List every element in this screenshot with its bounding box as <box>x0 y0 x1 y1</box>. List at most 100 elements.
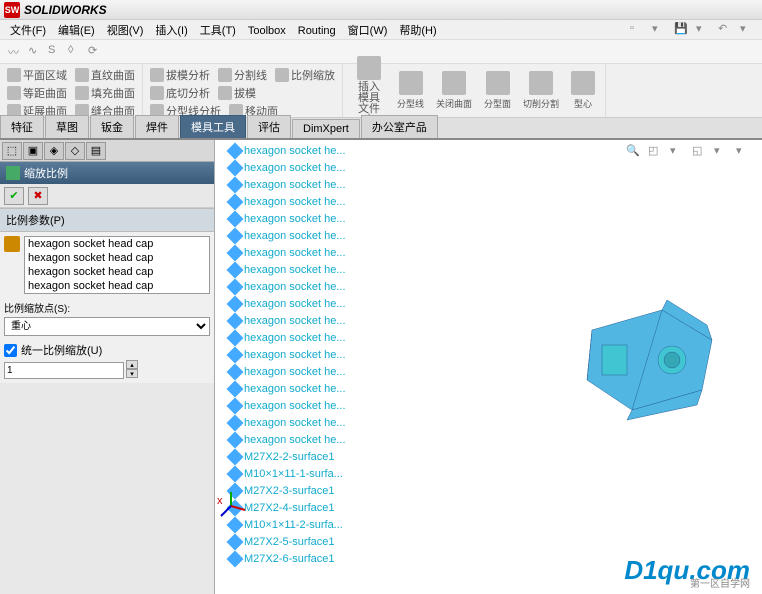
ribbon-填充曲面[interactable]: 填充曲面 <box>72 84 138 102</box>
menu-编辑(E)[interactable]: 编辑(E) <box>52 23 101 39</box>
scene-icon[interactable]: ▾ <box>736 144 754 162</box>
ribbon-等距曲面[interactable]: 等距曲面 <box>4 84 70 102</box>
cmd-icon <box>275 68 289 82</box>
viewport[interactable]: 🔍 ◰ ▾ ◱ ▾ ▾ hexagon socket he...hexagon … <box>215 140 762 594</box>
new-icon[interactable]: ▫ <box>630 22 646 38</box>
tree-item[interactable]: hexagon socket he... <box>229 176 346 193</box>
tree-item[interactable]: M10×1×11-1-surfa... <box>229 465 346 482</box>
ribbon-直纹曲面[interactable]: 直纹曲面 <box>72 66 138 84</box>
zoom-fit-icon[interactable]: 🔍 <box>626 144 644 162</box>
scale-point-select[interactable]: 重心 <box>4 317 210 336</box>
ribbon-比例缩放[interactable]: 比例缩放 <box>272 66 338 84</box>
surface-icon[interactable]: ◊ <box>68 44 84 60</box>
ribbon-分型线[interactable]: 分型线 <box>391 69 430 112</box>
ribbon-关闭曲面[interactable]: 关闭曲面 <box>430 69 478 112</box>
menu-插入(I)[interactable]: 插入(I) <box>149 23 193 39</box>
tree-item[interactable]: hexagon socket he... <box>229 210 346 227</box>
tree-item[interactable]: hexagon socket he... <box>229 329 346 346</box>
ribbon-拔模[interactable]: 拔模 <box>215 84 259 102</box>
uniform-checkbox[interactable] <box>4 344 17 357</box>
ribbon-型心[interactable]: 型心 <box>565 69 601 112</box>
tree-item[interactable]: M27X2-6-surface1 <box>229 550 346 567</box>
tree-item[interactable]: hexagon socket he... <box>229 295 346 312</box>
tree-item[interactable]: hexagon socket he... <box>229 363 346 380</box>
rebuild-icon[interactable]: ⟳ <box>88 44 104 60</box>
zoom-area-icon[interactable]: ◰ <box>648 144 666 162</box>
tab-模具工具[interactable]: 模具工具 <box>180 115 246 138</box>
config-tab[interactable]: ◈ <box>44 142 64 160</box>
view-triad[interactable]: x <box>215 490 247 522</box>
model-preview[interactable] <box>572 290 732 430</box>
ribbon-平面区域[interactable]: 平面区域 <box>4 66 70 84</box>
scale-factor-input[interactable] <box>4 362 124 379</box>
tree-item[interactable]: M27X2-5-surface1 <box>229 533 346 550</box>
list-item[interactable]: hexagon socket head cap <box>25 237 209 251</box>
spline-icon[interactable]: Ѕ <box>48 44 64 60</box>
tree-item[interactable]: hexagon socket he... <box>229 431 346 448</box>
ribbon-分割线[interactable]: 分割线 <box>215 66 270 84</box>
tree-item[interactable]: hexagon socket he... <box>229 261 346 278</box>
tree-item[interactable]: hexagon socket he... <box>229 380 346 397</box>
section-header[interactable]: 比例参数(P) <box>0 208 214 232</box>
tab-钣金[interactable]: 钣金 <box>90 115 134 138</box>
tree-item[interactable]: hexagon socket he... <box>229 414 346 431</box>
list-item[interactable]: hexagon socket head cap <box>25 251 209 265</box>
tree-item[interactable]: hexagon socket he... <box>229 312 346 329</box>
tab-焊件[interactable]: 焊件 <box>135 115 179 138</box>
save-icon[interactable]: 💾 <box>674 22 690 38</box>
view-orient-icon[interactable]: ▾ <box>670 144 688 162</box>
undo-icon[interactable]: ↶ <box>718 22 734 38</box>
app-title: SOLIDWORKS <box>24 3 107 17</box>
tree-item[interactable]: hexagon socket he... <box>229 159 346 176</box>
dimxpert-tab[interactable]: ◇ <box>65 142 85 160</box>
tree-label: hexagon socket he... <box>244 281 346 293</box>
uniform-scale-check[interactable]: 统一比例缩放(U) <box>4 342 210 358</box>
ribbon-切削分割[interactable]: 切削分割 <box>517 69 565 112</box>
ribbon-拔模分析[interactable]: 拔模分析 <box>147 66 213 84</box>
body-list[interactable]: hexagon socket head caphexagon socket he… <box>24 236 210 294</box>
menu-工具(T)[interactable]: 工具(T) <box>194 23 242 39</box>
menu-帮助(H)[interactable]: 帮助(H) <box>393 23 442 39</box>
tree-item[interactable]: hexagon socket he... <box>229 397 346 414</box>
sketch-icon[interactable]: 〰 <box>8 44 24 60</box>
curve-icon[interactable]: ∿ <box>28 44 44 60</box>
cmd-icon <box>7 68 21 82</box>
more-icon[interactable]: ▾ <box>740 22 756 38</box>
menu-视图(V)[interactable]: 视图(V) <box>101 23 150 39</box>
tree-label: hexagon socket he... <box>244 213 346 225</box>
menu-文件(F)[interactable]: 文件(F) <box>4 23 52 39</box>
list-item[interactable]: hexagon socket head cap <box>25 265 209 279</box>
print-icon[interactable]: ▾ <box>696 22 712 38</box>
tab-评估[interactable]: 评估 <box>247 115 291 138</box>
tab-草图[interactable]: 草图 <box>45 115 89 138</box>
open-icon[interactable]: ▾ <box>652 22 668 38</box>
display-tab[interactable]: ▤ <box>86 142 106 160</box>
menu-Routing[interactable]: Routing <box>292 23 342 39</box>
tree-item[interactable]: hexagon socket he... <box>229 346 346 363</box>
cancel-button[interactable]: ✖ <box>28 187 48 205</box>
property-tab[interactable]: ▣ <box>23 142 43 160</box>
tree-item[interactable]: hexagon socket he... <box>229 227 346 244</box>
tab-办公室产品[interactable]: 办公室产品 <box>361 115 438 138</box>
part-icon <box>227 244 244 261</box>
tree-item[interactable]: hexagon socket he... <box>229 278 346 295</box>
feature-tree-tab[interactable]: ⬚ <box>2 142 22 160</box>
menu-Toolbox[interactable]: Toolbox <box>242 23 292 39</box>
tree-item[interactable]: hexagon socket he... <box>229 244 346 261</box>
stepper-up[interactable]: ▴ <box>126 360 138 369</box>
tree-item[interactable]: M27X2-2-surface1 <box>229 448 346 465</box>
list-item[interactable]: hexagon socket head cap <box>25 279 209 293</box>
tree-label: hexagon socket he... <box>244 417 346 429</box>
tree-item[interactable]: hexagon socket he... <box>229 142 346 159</box>
tree-item[interactable]: hexagon socket he... <box>229 193 346 210</box>
ribbon-底切分析[interactable]: 底切分析 <box>147 84 213 102</box>
ribbon: 平面区域直纹曲面等距曲面填充曲面延展曲面缝合曲面 拔模分析分割线比例缩放底切分析… <box>0 64 762 118</box>
ribbon-分型面[interactable]: 分型面 <box>478 69 517 112</box>
ok-button[interactable]: ✔ <box>4 187 24 205</box>
display-style-icon[interactable]: ◱ <box>692 144 710 162</box>
stepper-down[interactable]: ▾ <box>126 369 138 378</box>
menu-窗口(W)[interactable]: 窗口(W) <box>342 23 394 39</box>
tab-DimXpert[interactable]: DimXpert <box>292 119 360 138</box>
tab-特征[interactable]: 特征 <box>0 115 44 138</box>
section-icon[interactable]: ▾ <box>714 144 732 162</box>
